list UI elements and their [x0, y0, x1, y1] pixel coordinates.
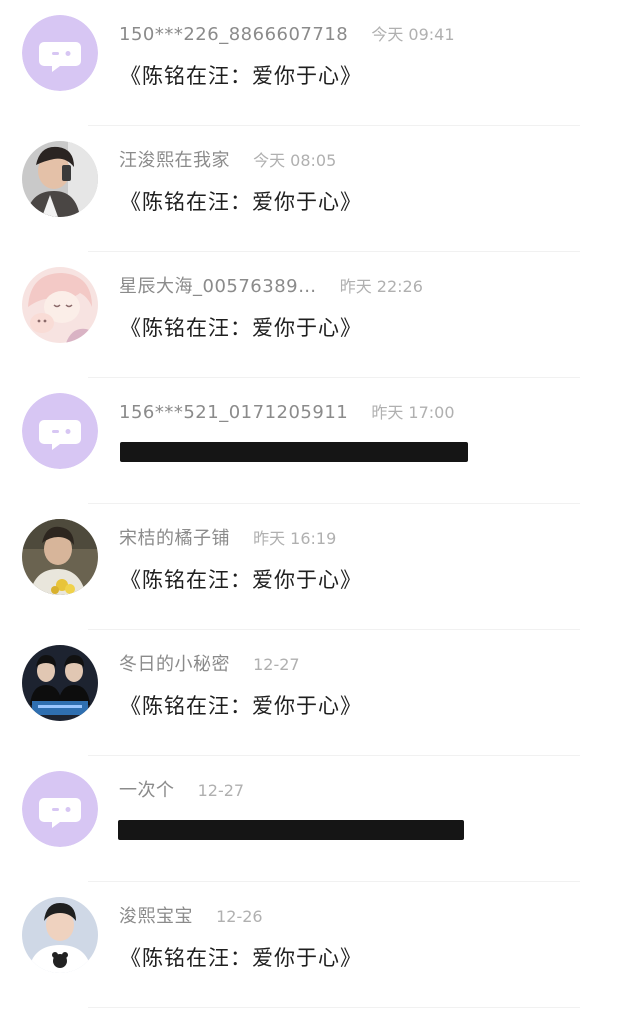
avatar[interactable] [22, 645, 98, 721]
message-preview: 《陈铭在汪：爱你于心》 [120, 568, 362, 592]
person-bear-shirt-icon [22, 897, 98, 973]
conversation-meta: 冬日的小秘密 12-27 [119, 652, 300, 678]
conversation-item[interactable]: 150***226_8866607718 今天 09:41 《陈铭在汪：爱你于心… [0, 0, 640, 126]
avatar[interactable] [22, 771, 98, 847]
timestamp: 昨天 16:19 [253, 529, 337, 548]
timestamp: 今天 09:41 [371, 25, 455, 44]
conversation-item[interactable]: 一次个 12-27 [0, 756, 640, 882]
anime-girl-illustration-icon [22, 267, 98, 343]
conversation-meta: 一次个 12-27 [119, 778, 244, 804]
conversation-item[interactable]: 汪浚熙在我家 今天 08:05 《陈铭在汪：爱你于心》 [0, 126, 640, 252]
contact-name: 一次个 [119, 780, 175, 801]
avatar[interactable] [22, 897, 98, 973]
chat-bubble-icon [22, 771, 98, 847]
message-preview: 《陈铭在汪：爱你于心》 [120, 946, 362, 970]
contact-name: 156***521_0171205911 [119, 402, 349, 423]
conversation-meta: 156***521_0171205911 昨天 17:00 [119, 400, 455, 426]
timestamp: 12-26 [216, 907, 263, 926]
message-preview: 《陈铭在汪：爱你于心》 [120, 316, 362, 340]
contact-name: 汪浚熙在我家 [119, 150, 230, 171]
two-people-poster-icon [22, 645, 98, 721]
conversation-item[interactable]: 宋桔的橘子铺 昨天 16:19 《陈铭在汪：爱你于心》 [0, 504, 640, 630]
avatar[interactable] [22, 15, 98, 91]
avatar[interactable] [22, 267, 98, 343]
person-flowers-photo-icon [22, 519, 98, 595]
chat-bubble-icon [22, 15, 98, 91]
conversation-item[interactable]: 浚熙宝宝 12-26 《陈铭在汪：爱你于心》 [0, 882, 640, 1008]
contact-name: 浚熙宝宝 [119, 906, 193, 927]
conversation-item[interactable]: 星辰大海_00576389… 昨天 22:26 《陈铭在汪：爱你于心》 [0, 252, 640, 378]
conversation-meta: 浚熙宝宝 12-26 [119, 904, 263, 930]
conversation-meta: 150***226_8866607718 今天 09:41 [119, 22, 455, 48]
contact-name: 宋桔的橘子铺 [119, 528, 230, 549]
message-preview: 《陈铭在汪：爱你于心》 [120, 190, 362, 214]
redacted-message-bar [120, 442, 468, 462]
contact-name: 星辰大海_00576389… [119, 276, 317, 297]
person-phone-photo-icon [22, 141, 98, 217]
avatar[interactable] [22, 141, 98, 217]
conversation-item[interactable]: 156***521_0171205911 昨天 17:00 [0, 378, 640, 504]
timestamp: 昨天 17:00 [371, 403, 455, 422]
message-preview: 《陈铭在汪：爱你于心》 [120, 64, 362, 88]
redacted-message-bar [118, 820, 464, 840]
timestamp: 昨天 22:26 [339, 277, 423, 296]
conversation-meta: 宋桔的橘子铺 昨天 16:19 [119, 526, 336, 552]
contact-name: 冬日的小秘密 [119, 654, 230, 675]
message-preview: 《陈铭在汪：爱你于心》 [120, 694, 362, 718]
timestamp: 今天 08:05 [253, 151, 337, 170]
divider [88, 1007, 580, 1008]
chat-bubble-icon [22, 393, 98, 469]
avatar[interactable] [22, 519, 98, 595]
timestamp: 12-27 [197, 781, 245, 800]
conversation-meta: 星辰大海_00576389… 昨天 22:26 [119, 274, 423, 300]
avatar[interactable] [22, 393, 98, 469]
contact-name: 150***226_8866607718 [119, 24, 349, 45]
conversation-item[interactable]: 冬日的小秘密 12-27 《陈铭在汪：爱你于心》 [0, 630, 640, 756]
conversation-meta: 汪浚熙在我家 今天 08:05 [119, 148, 336, 174]
timestamp: 12-27 [253, 655, 300, 674]
conversation-list: 150***226_8866607718 今天 09:41 《陈铭在汪：爱你于心… [0, 0, 640, 1013]
